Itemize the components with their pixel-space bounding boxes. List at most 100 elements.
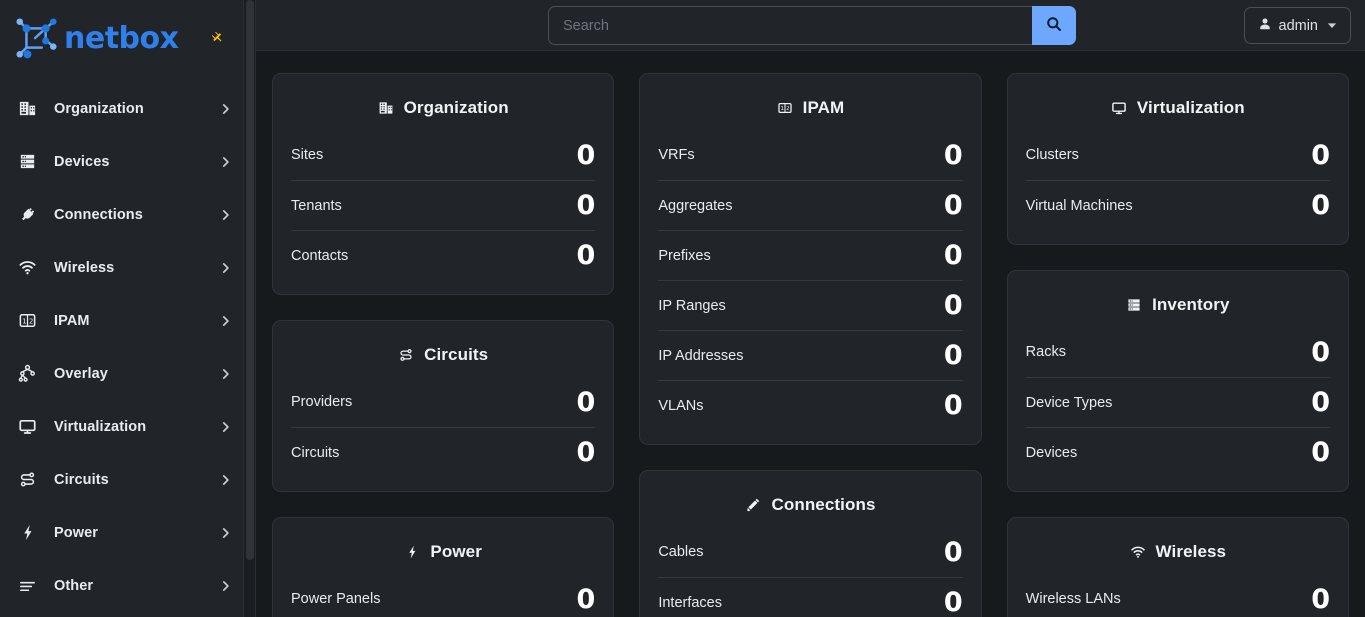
stat-label: Wireless LANs (1026, 591, 1121, 607)
stat-label: Interfaces (658, 595, 722, 611)
wifi-icon (1130, 544, 1146, 560)
chevron-right-icon (222, 421, 230, 433)
card-rows: Clusters 0 Virtual Machines 0 (1026, 130, 1330, 230)
card-title: IPAM (803, 98, 845, 118)
card-rows: Cables 0 Interfaces 0 (658, 527, 962, 617)
stat-label: VLANs (658, 398, 703, 414)
sidebar-item-ipam[interactable]: 1 2 IPAM (0, 294, 244, 347)
transit-icon (398, 347, 414, 363)
sidebar-item-circuits[interactable]: Circuits (0, 453, 244, 506)
card-title: Virtualization (1137, 98, 1245, 118)
svg-text:2: 2 (28, 316, 33, 325)
stat-row[interactable]: Devices 0 (1026, 427, 1330, 477)
stat-value: 0 (577, 142, 596, 169)
sidebar-nav-list: Organization Devices (0, 76, 244, 612)
stat-value: 0 (944, 192, 963, 219)
card-rows: Power Panels 0 Power Feeds 0 (291, 574, 595, 617)
card-rows: Racks 0 Device Types 0 Devices 0 (1026, 327, 1330, 477)
sidebar-scrollbar[interactable] (243, 0, 255, 617)
stat-row[interactable]: Clusters 0 (1026, 130, 1330, 180)
card-title: Power (430, 542, 482, 562)
card-rows: Wireless LANs 0 Wireless Links 0 (1026, 574, 1330, 617)
stat-row[interactable]: Circuits 0 (291, 427, 595, 477)
stat-row[interactable]: Tenants 0 (291, 180, 595, 230)
stat-row[interactable]: Virtual Machines 0 (1026, 180, 1330, 230)
chevron-down-icon (1327, 21, 1337, 31)
sidebar-item-label: Other (54, 578, 93, 594)
stat-value: 0 (944, 292, 963, 319)
card-circuits: Circuits Providers 0 Circuits 0 (272, 320, 614, 492)
sidebar-item-label: IPAM (54, 313, 90, 329)
sidebar-item-other[interactable]: Other (0, 559, 244, 612)
stat-row[interactable]: IP Addresses 0 (658, 330, 962, 380)
stat-label: IP Ranges (658, 298, 725, 314)
dashboard-column-3: Virtualization Clusters 0 Virtual Machin… (1007, 73, 1349, 617)
brand-header[interactable]: netbox (0, 0, 244, 76)
chevron-right-icon (222, 368, 230, 380)
server-rack-icon (14, 152, 40, 171)
card-header: Virtualization (1026, 86, 1330, 130)
stat-label: Clusters (1026, 147, 1079, 163)
chevron-right-icon (222, 209, 230, 221)
dashboard-column-1: Organization Sites 0 Tenants 0 (272, 73, 614, 617)
stat-row[interactable]: Power Panels 0 (291, 574, 595, 617)
chevron-right-icon (222, 474, 230, 486)
sidebar-item-connections[interactable]: Connections (0, 188, 244, 241)
user-menu-button[interactable]: admin (1244, 7, 1352, 44)
lightning-icon (404, 544, 420, 560)
stat-label: Aggregates (658, 198, 732, 214)
stat-value: 0 (944, 539, 963, 566)
card-header: Inventory (1026, 283, 1330, 327)
card-rows: VRFs 0 Aggregates 0 Prefixes 0 (658, 130, 962, 430)
stat-label: Device Types (1026, 395, 1113, 411)
sidebar-item-label: Power (54, 525, 98, 541)
stat-row[interactable]: VRFs 0 (658, 130, 962, 180)
stat-label: IP Addresses (658, 348, 743, 364)
sidebar-item-devices[interactable]: Devices (0, 135, 244, 188)
card-title: Organization (404, 98, 509, 118)
top-bar: admin (256, 0, 1365, 51)
stat-row[interactable]: Aggregates 0 (658, 180, 962, 230)
stat-row[interactable]: IP Ranges 0 (658, 280, 962, 330)
stat-label: Contacts (291, 248, 348, 264)
stat-value: 0 (577, 439, 596, 466)
card-connections: Connections Cables 0 Interfaces 0 (639, 470, 981, 617)
sidebar-scroll-area: netbox Organization (0, 0, 256, 617)
stat-row[interactable]: VLANs 0 (658, 380, 962, 430)
card-organization: Organization Sites 0 Tenants 0 (272, 73, 614, 295)
stat-row[interactable]: Prefixes 0 (658, 230, 962, 280)
sidebar-item-wireless[interactable]: Wireless (0, 241, 244, 294)
stat-row[interactable]: Racks 0 (1026, 327, 1330, 377)
sidebar-item-power[interactable]: Power (0, 506, 244, 559)
sidebar-scrollbar-thumb[interactable] (246, 0, 254, 560)
stat-value: 0 (1311, 192, 1330, 219)
search-button[interactable] (1032, 6, 1076, 45)
card-title: Connections (771, 495, 875, 515)
stat-row[interactable]: Contacts 0 (291, 230, 595, 280)
plug-icon (14, 205, 40, 224)
sidebar-item-label: Connections (54, 207, 143, 223)
stat-value: 0 (944, 589, 963, 616)
app-root: netbox Organization (0, 0, 1365, 617)
stat-row[interactable]: Device Types 0 (1026, 377, 1330, 427)
stat-value: 0 (1311, 586, 1330, 613)
card-header: Circuits (291, 333, 595, 377)
stat-row[interactable]: Providers 0 (291, 377, 595, 427)
sidebar-item-organization[interactable]: Organization (0, 82, 244, 135)
search-input[interactable] (548, 6, 1032, 45)
stat-row[interactable]: Sites 0 (291, 130, 595, 180)
stat-value: 0 (577, 389, 596, 416)
card-header: Wireless (1026, 530, 1330, 574)
sidebar-item-virtualization[interactable]: Virtualization (0, 400, 244, 453)
stat-value: 0 (944, 142, 963, 169)
lines-icon (14, 576, 40, 595)
sidebar-item-overlay[interactable]: Overlay (0, 347, 244, 400)
stat-row[interactable]: Wireless LANs 0 (1026, 574, 1330, 617)
chevron-right-icon (222, 527, 230, 539)
card-title: Wireless (1156, 542, 1227, 562)
pin-icon[interactable] (211, 31, 226, 46)
transit-icon (14, 470, 40, 489)
stat-row[interactable]: Cables 0 (658, 527, 962, 577)
cable-icon (745, 497, 761, 513)
stat-row[interactable]: Interfaces 0 (658, 577, 962, 617)
